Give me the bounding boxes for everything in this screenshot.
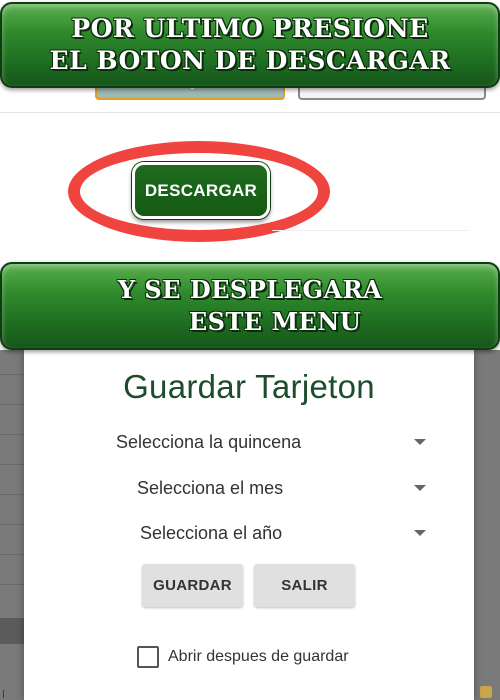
- open-after-save-option[interactable]: Abrir despues de guardar: [137, 646, 349, 668]
- instruction-banner-top: POR ULTIMO PRESIONE EL BOTON DE DESCARGA…: [0, 2, 500, 88]
- dropdown-arrow-icon: [414, 439, 426, 445]
- background-mark: [3, 690, 9, 698]
- open-after-save-label: Abrir despues de guardar: [168, 648, 349, 665]
- background-row-line: [0, 404, 24, 405]
- dropdown-arrow-icon: [414, 485, 426, 491]
- fortnight-select[interactable]: Selecciona la quincena: [116, 427, 428, 457]
- divider: [0, 112, 500, 113]
- exit-button[interactable]: SALIR: [254, 564, 355, 607]
- background-row-line: [0, 464, 24, 465]
- background-dark-band: [0, 618, 24, 644]
- open-after-save-checkbox[interactable]: [137, 646, 159, 668]
- year-select-label: Selecciona el año: [140, 522, 283, 543]
- fortnight-select-label: Selecciona la quincena: [116, 431, 302, 452]
- month-select-label: Selecciona el mes: [137, 477, 284, 498]
- background-row-line: [0, 554, 24, 555]
- background-row-line: [0, 434, 24, 435]
- background-tag: [480, 686, 492, 698]
- month-select[interactable]: Selecciona el mes: [137, 473, 427, 503]
- banner-middle-line-2: ESTE MENU: [188, 307, 362, 336]
- background-row-line: [0, 584, 24, 585]
- background-page-right: [474, 350, 500, 700]
- background-row-line: [0, 374, 24, 375]
- save-button[interactable]: GUARDAR: [142, 564, 243, 607]
- background-page-left: [0, 350, 24, 700]
- banner-middle-line-1: Y SE DESPLEGARA: [117, 275, 383, 304]
- year-select[interactable]: Selecciona el año: [140, 518, 428, 548]
- divider-line: [272, 230, 468, 231]
- background-row-line: [0, 494, 24, 495]
- banner-top-line-2: EL BOTON DE DESCARGAR: [49, 46, 451, 75]
- banner-top-line-1: POR ULTIMO PRESIONE: [71, 14, 429, 43]
- instruction-banner-middle: Y SE DESPLEGARA ESTE MENU: [0, 262, 500, 350]
- dropdown-arrow-icon: [414, 530, 426, 536]
- download-button[interactable]: DESCARGAR: [132, 162, 270, 219]
- background-row-line: [0, 524, 24, 525]
- save-dialog: Guardar Tarjeton Selecciona la quincena …: [24, 350, 474, 700]
- dialog-title: Guardar Tarjeton: [123, 368, 375, 405]
